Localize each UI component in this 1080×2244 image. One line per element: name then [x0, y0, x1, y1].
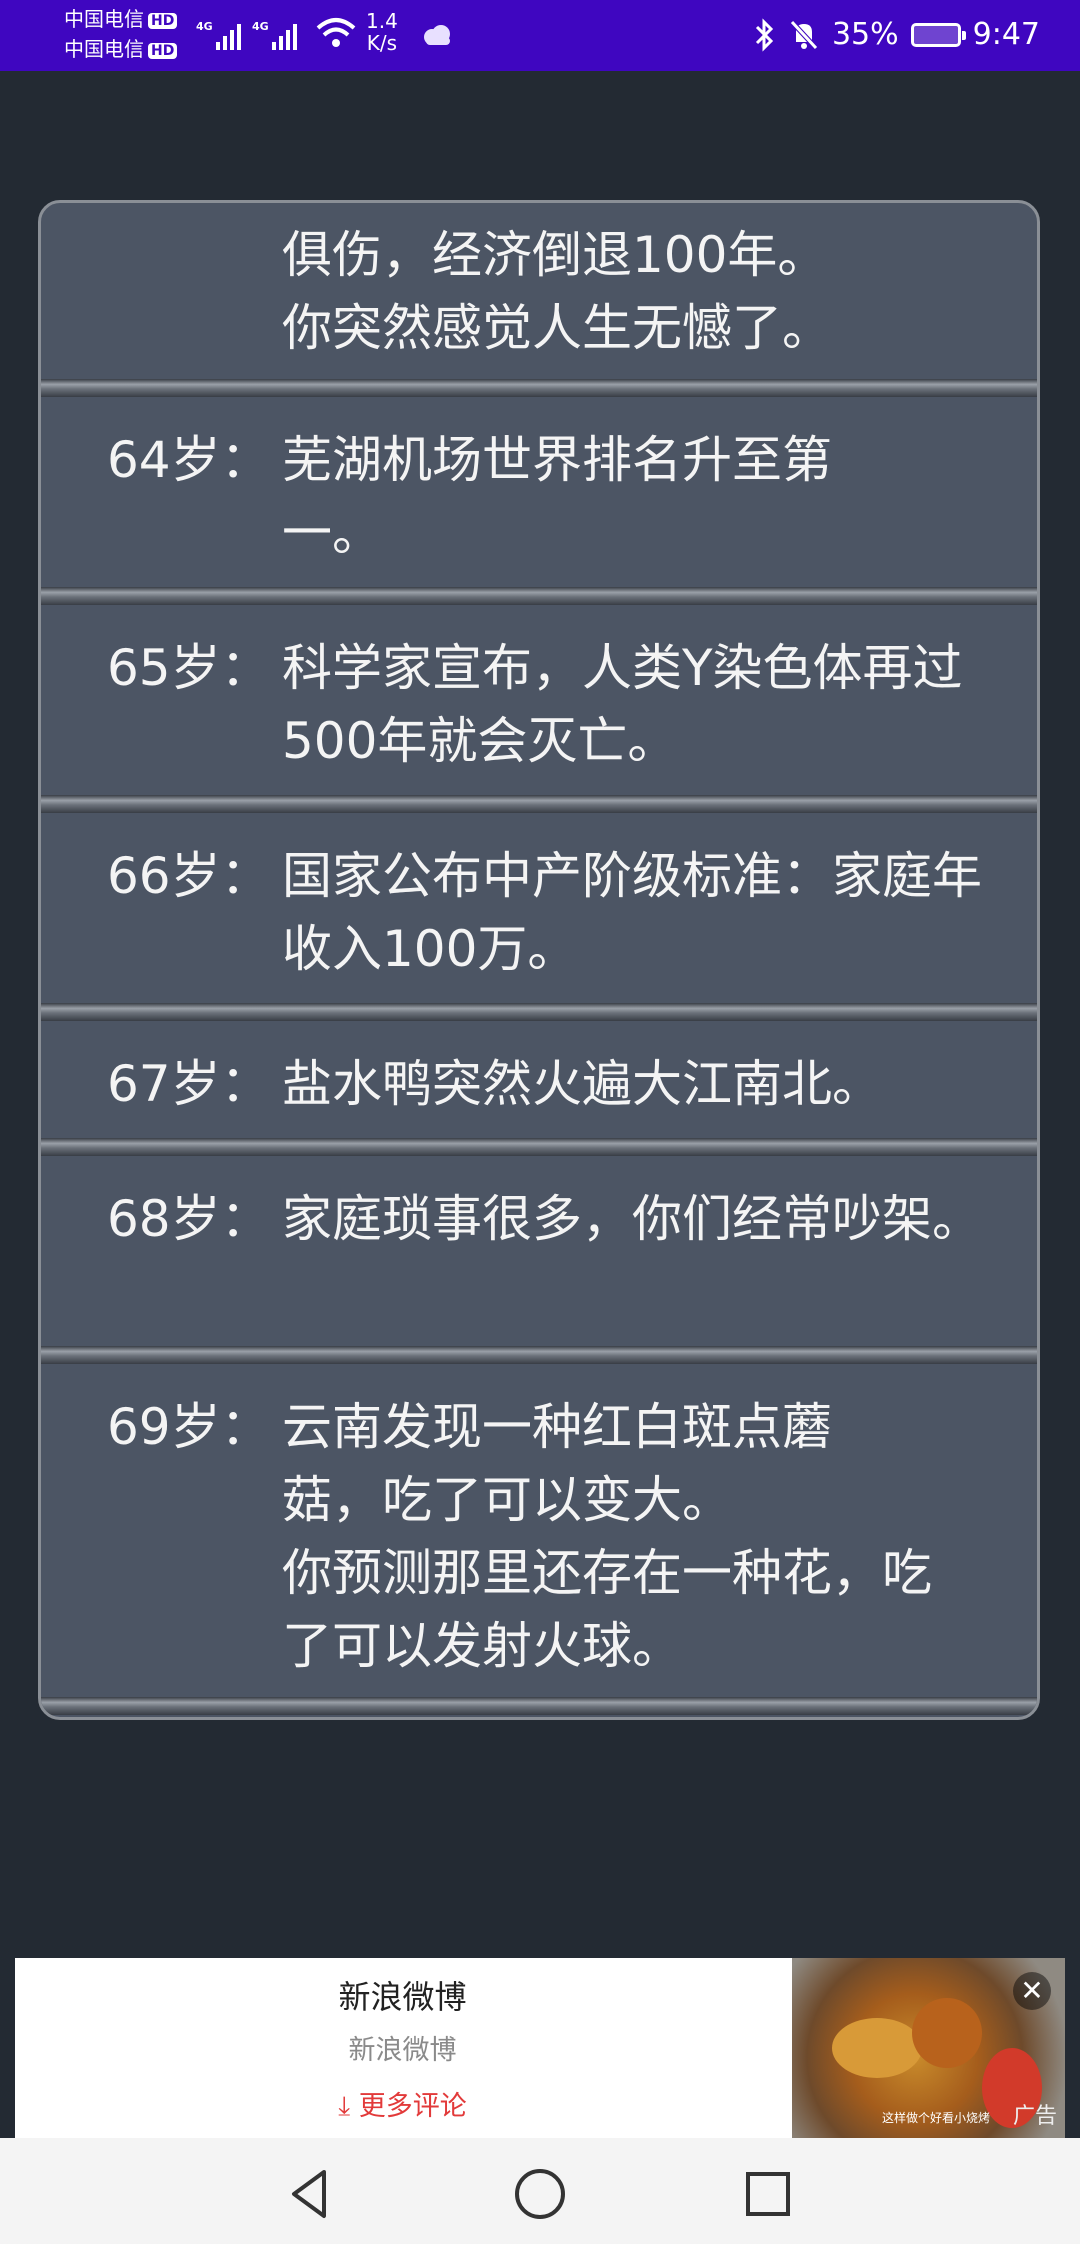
divider: [41, 587, 1037, 605]
download-arrow-icon: ⤓: [338, 2091, 351, 2122]
divider: [41, 795, 1037, 813]
speed-value: 1.4: [366, 9, 398, 33]
more-comments-label: 更多评论: [358, 2091, 467, 2122]
ad-image-caption: 这样做个好看小烧烤: [882, 2111, 991, 2125]
divider: [41, 379, 1037, 397]
recents-square-icon[interactable]: [738, 2164, 798, 2224]
ad-title[interactable]: 新浪微博: [15, 1972, 790, 2018]
ad-banner[interactable]: 新浪微博 新浪微博 ⤓ 更多评论 ✕ 这样做个好看小烧烤 广告: [15, 1958, 1065, 2138]
divider: [41, 1346, 1037, 1364]
speed-unit: K/s: [366, 31, 398, 55]
entry-text-line: 俱伤，经济倒退100年。: [282, 226, 828, 284]
signal-icon-2: 4G: [252, 18, 304, 56]
entry-age: 64岁：: [107, 431, 271, 489]
divider: [41, 1003, 1037, 1021]
entry-text: 云南发现一种红白斑点蘑菇，吃了可以变大。 你预测那里还存在一种花，吃了可以发射火…: [282, 1391, 1022, 1683]
mute-bell-icon: [790, 20, 818, 50]
entry-age: 65岁：: [107, 639, 271, 697]
life-events-card[interactable]: 俱伤，经济倒退100年。 你突然感觉人生无憾了。 64岁： 芜湖机场世界排名升至…: [38, 200, 1040, 1720]
divider: [41, 1138, 1037, 1156]
carrier-1-label: 中国电信: [64, 7, 144, 31]
entry-text: 芜湖机场世界排名升至第一。: [282, 431, 832, 562]
bluetooth-icon: [755, 18, 774, 52]
entry-text-line: 你预测那里还存在一种花，吃了可以发射火球。: [282, 1544, 932, 1675]
entry-age: 67岁：: [107, 1055, 271, 1113]
entry-age: 68岁：: [107, 1190, 271, 1248]
signal-icon: 4G: [196, 18, 248, 56]
entry-text: 科学家宣布，人类Y染色体再过500年就会灭亡。: [282, 639, 963, 770]
entry-text: 家庭琐事很多，你们经常吵架。: [282, 1190, 982, 1248]
carrier-1: 中国电信 HD: [64, 6, 178, 32]
battery-percent: 35%: [831, 17, 899, 52]
ad-image[interactable]: ✕ 这样做个好看小烧烤 广告: [792, 1958, 1065, 2138]
back-triangle-icon[interactable]: [280, 2164, 340, 2224]
hd-badge: HD: [148, 42, 178, 59]
more-comments-link[interactable]: ⤓ 更多评论: [15, 2084, 790, 2123]
home-circle-icon[interactable]: [510, 2164, 570, 2224]
entry-text: 盐水鸭突然火遍大江南北。: [282, 1055, 882, 1113]
entry-text-line: 云南发现一种红白斑点蘑菇，吃了可以变大。: [282, 1398, 832, 1529]
close-icon[interactable]: ✕: [1013, 1972, 1051, 2010]
navigation-bar: [0, 2138, 1080, 2244]
ad-tag: 广告: [1012, 2104, 1057, 2129]
clock: 9:47: [972, 17, 1040, 52]
divider: [41, 1697, 1037, 1715]
entry-text: 国家公布中产阶级标准：家庭年收入100万。: [282, 847, 982, 978]
svg-text:4G: 4G: [196, 20, 213, 33]
cloud-icon: [420, 24, 454, 50]
entry-age: 66岁：: [107, 847, 271, 905]
carrier-2-label: 中国电信: [64, 37, 144, 61]
status-right: 35% 9:47: [754, 14, 1040, 56]
battery-icon: [910, 23, 966, 47]
status-bar: 中国电信 HD 中国电信 HD 4G 4G 1.4 K/s 35% 9:47: [0, 0, 1080, 71]
entry-text: 俱伤，经济倒退100年。 你突然感觉人生无憾了。: [282, 219, 1022, 365]
entry-age: 69岁：: [107, 1398, 271, 1456]
hd-badge: HD: [148, 12, 178, 29]
entry-text-line: 你突然感觉人生无憾了。: [282, 299, 832, 357]
wifi-icon: [316, 16, 356, 54]
svg-text:4G: 4G: [252, 20, 269, 33]
network-speed: 1.4 K/s: [366, 10, 398, 54]
ad-subtitle: 新浪微博: [348, 2035, 457, 2066]
carrier-2: 中国电信 HD: [64, 36, 178, 62]
